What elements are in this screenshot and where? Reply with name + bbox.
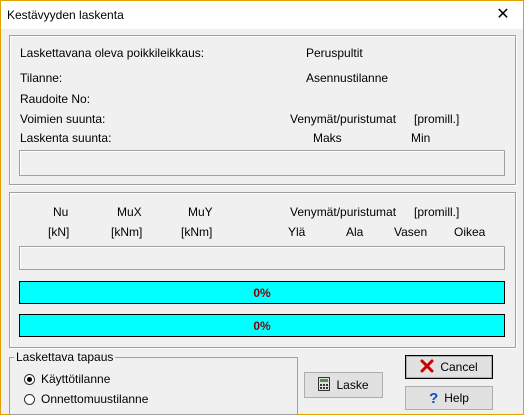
cancel-x-icon: [420, 359, 434, 376]
title-bar: Kestävyyden laskenta ✕: [1, 1, 523, 29]
calculator-icon: [318, 376, 331, 394]
radio-option-service[interactable]: Käyttötilanne: [24, 372, 110, 386]
calculate-button[interactable]: Laske: [304, 372, 383, 398]
col-nu-unit: [kN]: [48, 225, 70, 239]
strains-header: Venymät/puristumat: [290, 112, 397, 126]
window-title: Kestävyyden laskenta: [7, 8, 124, 22]
col-mux-unit: [kNm]: [111, 225, 143, 239]
col-nu-header: Nu: [53, 205, 69, 219]
radio-option-accident-label: Onnettomuustilanne: [41, 392, 149, 406]
progress-bar-1: 0%: [19, 281, 505, 304]
unit-label: [promill.]: [414, 112, 460, 126]
results-panel: Nu MuX MuY Venymät/puristumat [promill.]…: [9, 192, 516, 348]
rebar-label: Raudoite No:: [20, 92, 91, 106]
case-radio-group: Laskettava tapaus Käyttötilanne Onnettom…: [9, 350, 298, 415]
force-direction-label: Voimien suunta:: [20, 112, 106, 126]
col-mux-header: MuX: [117, 205, 142, 219]
help-button-label: Help: [444, 391, 469, 405]
state-value: Asennustilanne: [306, 71, 389, 85]
radio-option-service-label: Käyttötilanne: [41, 372, 111, 386]
help-question-icon: ?: [429, 389, 439, 407]
dir-left-label: Vasen: [394, 225, 428, 239]
radio-unchecked-icon[interactable]: [24, 393, 35, 405]
strains-header: Venymät/puristumat: [290, 205, 397, 219]
dir-bottom-label: Ala: [346, 225, 364, 239]
calc-direction-label: Laskenta suunta:: [20, 131, 112, 145]
results-status-field: [19, 246, 505, 270]
cancel-button[interactable]: Cancel: [405, 355, 493, 379]
min-label: Min: [411, 131, 431, 145]
section-info-panel: Laskettavana oleva poikkileikkaus: Perus…: [9, 35, 516, 185]
progress-bar-2: 0%: [19, 314, 505, 337]
section-value: Peruspultit: [306, 46, 363, 60]
progress-2-text: 0%: [253, 319, 271, 333]
dialog-window: Kestävyyden laskenta ✕ Laskettavana olev…: [0, 0, 524, 415]
col-muy-unit: [kNm]: [181, 225, 213, 239]
section-label: Laskettavana oleva poikkileikkaus:: [20, 46, 205, 60]
unit-label: [promill.]: [414, 205, 460, 219]
dir-top-label: Ylä: [288, 225, 306, 239]
dir-right-label: Oikea: [454, 225, 486, 239]
cancel-button-label: Cancel: [440, 360, 478, 374]
progress-1-text: 0%: [253, 286, 271, 300]
radio-option-accident[interactable]: Onnettomuustilanne: [24, 392, 148, 406]
help-button[interactable]: ? Help: [405, 386, 493, 410]
close-icon[interactable]: ✕: [493, 5, 513, 25]
max-label: Maks: [313, 131, 342, 145]
info-status-field: [19, 150, 505, 176]
radio-checked-icon[interactable]: [24, 373, 35, 385]
case-legend: Laskettava tapaus: [14, 350, 116, 364]
col-muy-header: MuY: [188, 205, 213, 219]
state-label: Tilanne:: [20, 71, 63, 85]
calculate-button-label: Laske: [336, 378, 369, 392]
